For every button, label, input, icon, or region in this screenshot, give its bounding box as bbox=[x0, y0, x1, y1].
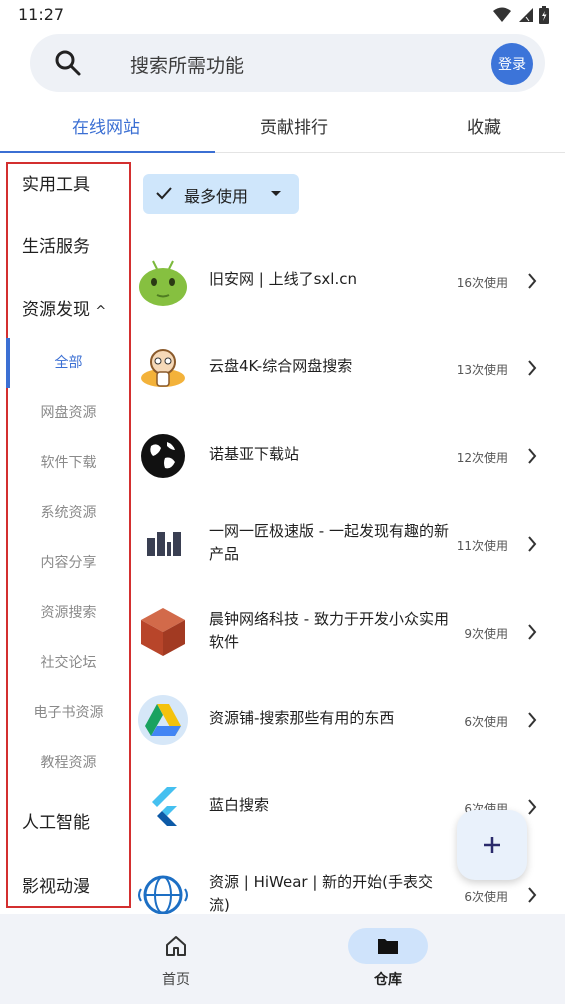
add-button[interactable] bbox=[457, 810, 527, 880]
list-item-title: 云盘4K-综合网盘搜索 bbox=[209, 357, 353, 375]
sidebar-item-utility-tools[interactable]: 实用工具 bbox=[22, 170, 90, 195]
sidebar-item-life-services[interactable]: 生活服务 bbox=[22, 232, 90, 257]
usage-count: 12次使用 bbox=[456, 451, 508, 465]
dropdown-caret-icon bbox=[271, 191, 281, 196]
cube-icon bbox=[141, 608, 185, 656]
chevron-right-icon bbox=[528, 360, 537, 376]
sidebar-sub-content-share[interactable]: 内容分享 bbox=[8, 552, 129, 572]
battery-icon bbox=[539, 6, 549, 24]
list-item[interactable]: 云盘4K-综合网盘搜索 13次使用 bbox=[133, 323, 565, 411]
list-item[interactable]: 诺基亚下载站 12次使用 bbox=[133, 411, 565, 499]
filter-label: 最多使用 bbox=[184, 187, 249, 206]
tab-contribution-ranking[interactable]: 贡献排行 bbox=[260, 113, 328, 138]
search-icon[interactable] bbox=[54, 49, 82, 77]
list-item-title: 蓝白搜索 bbox=[209, 796, 270, 814]
tab-indicator bbox=[0, 151, 215, 153]
caret-up-icon: ^ bbox=[95, 304, 107, 319]
wifi-icon bbox=[493, 7, 511, 22]
sidebar-sub-social-forum[interactable]: 社交论坛 bbox=[8, 652, 129, 672]
sidebar-sub-ebooks[interactable]: 电子书资源 bbox=[8, 702, 129, 722]
tab-online-sites[interactable]: 在线网站 bbox=[72, 113, 140, 138]
sidebar-item-ai[interactable]: 人工智能 bbox=[22, 808, 90, 833]
search-bar[interactable]: 搜索所需功能 登录 bbox=[30, 34, 545, 92]
list-item[interactable]: 旧安网 | 上线了sxl.cn 16次使用 bbox=[133, 236, 565, 324]
nav-item-home[interactable]: 首页 bbox=[116, 914, 236, 1004]
flutter-icon bbox=[152, 787, 177, 826]
bars-logo-icon bbox=[147, 532, 181, 556]
drive-triangle-icon bbox=[138, 695, 188, 745]
top-tabs: 在线网站 贡献排行 收藏 bbox=[0, 100, 565, 153]
sort-filter-chip[interactable]: 最多使用 bbox=[143, 174, 299, 214]
chevron-right-icon bbox=[528, 799, 537, 815]
usage-count: 11次使用 bbox=[456, 539, 508, 553]
home-icon bbox=[166, 936, 186, 956]
list-item-title: 旧安网 | 上线了sxl.cn bbox=[209, 270, 357, 288]
chevron-right-icon bbox=[528, 887, 537, 903]
android-robot-icon bbox=[139, 260, 187, 306]
sidebar-item-film-anime[interactable]: 影视动漫 bbox=[22, 872, 90, 897]
usage-count: 9次使用 bbox=[464, 627, 508, 641]
usage-count: 16次使用 bbox=[456, 276, 508, 290]
search-input[interactable]: 搜索所需功能 bbox=[130, 51, 244, 78]
list-item[interactable]: 一网一匠极速版 - 一起发现有趣的新产品 11次使用 bbox=[133, 499, 565, 587]
sidebar-sub-software[interactable]: 软件下载 bbox=[8, 452, 129, 472]
status-icons bbox=[493, 6, 549, 24]
sidebar-sub-resource-search[interactable]: 资源搜索 bbox=[8, 602, 129, 622]
chevron-right-icon bbox=[528, 624, 537, 640]
folder-icon bbox=[378, 939, 398, 954]
sidebar-sub-all[interactable]: 全部 bbox=[8, 352, 129, 372]
sidebar-sub-tutorials[interactable]: 教程资源 bbox=[8, 752, 129, 772]
check-icon bbox=[156, 187, 172, 200]
list-item[interactable]: 晨钟网络科技 - 致力于开发小众实用软件 9次使用 bbox=[133, 587, 565, 675]
globe-icon bbox=[141, 434, 185, 478]
signal-icon bbox=[519, 8, 533, 22]
usage-count: 6次使用 bbox=[464, 890, 508, 904]
nav-item-repository[interactable]: 仓库 bbox=[328, 914, 448, 1004]
tab-favorites[interactable]: 收藏 bbox=[467, 113, 501, 138]
list-item-title: 资源 | HiWear | 新的开始(手表交流) bbox=[209, 873, 434, 914]
chevron-right-icon bbox=[528, 712, 537, 728]
category-sidebar: 实用工具 生活服务 资源发现 ^ 全部 网盘资源 软件下载 系统资源 内容分享 … bbox=[6, 162, 131, 908]
plus-icon bbox=[484, 837, 500, 853]
list-item-title: 诺基亚下载站 bbox=[209, 445, 300, 463]
sidebar-item-resource-discovery[interactable]: 资源发现 ^ bbox=[22, 295, 106, 320]
sidebar-item-label: 资源发现 bbox=[22, 300, 90, 320]
chevron-right-icon bbox=[528, 273, 537, 289]
login-button[interactable]: 登录 bbox=[491, 43, 533, 85]
status-time: 11:27 bbox=[18, 5, 65, 24]
list-item[interactable]: 资源铺-搜索那些有用的东西 6次使用 bbox=[133, 675, 565, 763]
sidebar-sub-cloud-drive[interactable]: 网盘资源 bbox=[8, 402, 129, 422]
list-item-title: 一网一匠极速版 - 一起发现有趣的新产品 bbox=[209, 522, 449, 563]
list-item-title: 晨钟网络科技 - 致力于开发小众实用软件 bbox=[209, 610, 449, 651]
nav-label: 首页 bbox=[162, 972, 190, 988]
bottom-navigation: 首页 仓库 bbox=[0, 914, 565, 1004]
cartoon-mascot-icon bbox=[141, 349, 185, 387]
chevron-right-icon bbox=[528, 448, 537, 464]
sidebar-sub-system[interactable]: 系统资源 bbox=[8, 502, 129, 522]
list-item-title: 资源铺-搜索那些有用的东西 bbox=[209, 709, 395, 727]
status-bar: 11:27 bbox=[0, 0, 565, 32]
chevron-right-icon bbox=[528, 536, 537, 552]
usage-count: 13次使用 bbox=[456, 363, 508, 377]
nav-label: 仓库 bbox=[374, 972, 402, 988]
usage-count: 6次使用 bbox=[464, 715, 508, 729]
